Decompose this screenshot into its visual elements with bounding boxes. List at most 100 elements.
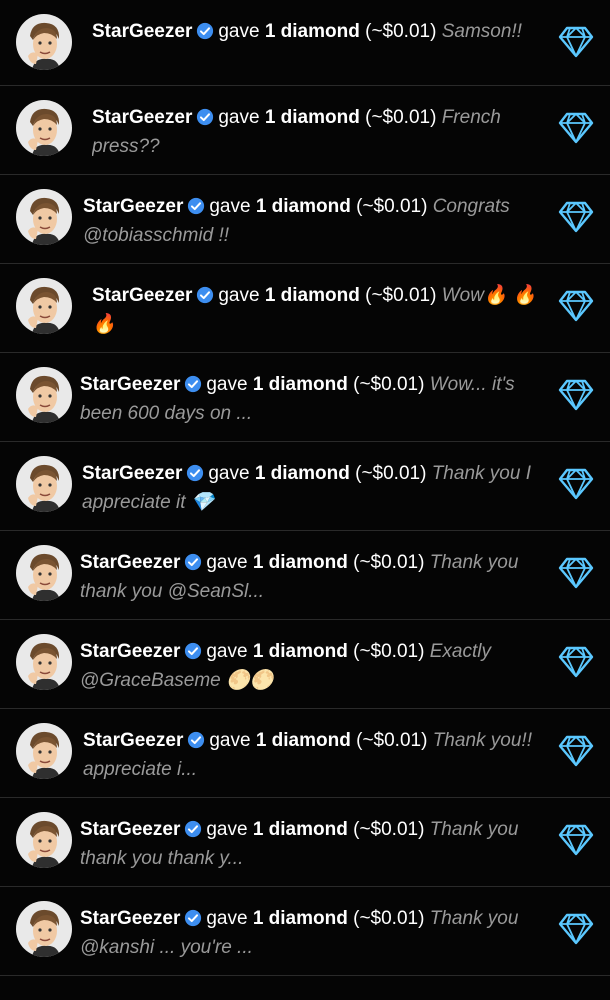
avatar[interactable] [16,100,72,156]
gift-text: StarGeezer gave 1 diamond (~$0.01) Thank … [80,815,548,873]
username[interactable]: StarGeezer [92,107,192,128]
diamond-icon[interactable] [558,823,594,857]
gift-value: (~$0.01) [365,107,437,128]
username[interactable]: StarGeezer [92,285,192,306]
avatar[interactable] [16,189,72,245]
gift-action: gave [206,374,248,395]
gift-action: gave [218,21,260,42]
gift-value: (~$0.01) [353,908,425,929]
diamond-icon[interactable] [558,556,594,590]
list-item[interactable]: StarGeezer gave 1 diamond (~$0.01) Wow...… [0,353,610,442]
username[interactable]: StarGeezer [80,641,180,662]
diamond-icon[interactable] [558,912,594,946]
gift-text: StarGeezer gave 1 diamond (~$0.01) Thank … [83,726,548,784]
avatar[interactable] [16,367,72,423]
gift-amount: 1 diamond [264,21,360,42]
gift-amount: 1 diamond [254,463,350,484]
avatar-image [16,14,72,70]
gift-text: StarGeezer gave 1 diamond (~$0.01) Wow...… [80,370,548,428]
verified-badge-icon [188,731,205,749]
gift-amount: 1 diamond [264,285,360,306]
list-item[interactable]: StarGeezer gave 1 diamond (~$0.01) Thank … [0,709,610,798]
gift-value: (~$0.01) [356,196,428,217]
username[interactable]: StarGeezer [82,463,182,484]
list-item[interactable]: StarGeezer gave 1 diamond (~$0.01) Wow🔥 🔥… [0,264,610,353]
gift-amount: 1 diamond [252,374,348,395]
username[interactable]: StarGeezer [80,552,180,573]
username[interactable]: StarGeezer [80,908,180,929]
avatar[interactable] [16,812,72,868]
avatar[interactable] [16,723,72,779]
gift-action: gave [209,196,251,217]
avatar[interactable] [16,545,72,601]
gift-value: (~$0.01) [353,374,425,395]
list-item[interactable]: StarGeezer gave 1 diamond (~$0.01) Samson… [0,0,610,86]
list-item[interactable]: StarGeezer gave 1 diamond (~$0.01) French… [0,86,610,175]
verified-badge-icon [185,642,202,660]
list-item[interactable]: StarGeezer gave 1 diamond (~$0.01) Thank … [0,887,610,976]
verified-badge-icon [185,820,202,838]
diamond-icon[interactable] [558,111,594,145]
verified-badge-icon [185,375,202,393]
avatar-image [16,634,72,690]
username[interactable]: StarGeezer [92,21,192,42]
username[interactable]: StarGeezer [83,730,183,751]
avatar[interactable] [16,456,72,512]
gift-action: gave [206,552,248,573]
username[interactable]: StarGeezer [80,819,180,840]
gift-amount: 1 diamond [252,641,348,662]
diamond-icon[interactable] [558,25,594,59]
verified-badge-icon [187,464,204,482]
avatar-image [16,367,72,423]
gift-action: gave [206,641,248,662]
gift-action: gave [209,730,251,751]
list-item[interactable]: StarGeezer gave 1 diamond (~$0.01) Thank … [0,531,610,620]
diamond-icon[interactable] [558,378,594,412]
avatar-image [16,100,72,156]
diamond-icon[interactable] [558,467,594,501]
gift-text: StarGeezer gave 1 diamond (~$0.01) Thank … [80,548,548,606]
gift-action: gave [206,819,248,840]
avatar[interactable] [16,901,72,957]
gift-amount: 1 diamond [255,196,351,217]
gift-message: Samson!! [441,21,522,42]
avatar[interactable] [16,634,72,690]
verified-badge-icon [185,909,202,927]
gift-text: StarGeezer gave 1 diamond (~$0.01) Samson… [92,17,548,46]
gift-value: (~$0.01) [353,819,425,840]
gift-value: (~$0.01) [365,21,437,42]
gift-value: (~$0.01) [365,285,437,306]
gift-action: gave [218,107,260,128]
list-item[interactable]: StarGeezer gave 1 diamond (~$0.01) Thank … [0,798,610,887]
avatar-image [16,901,72,957]
gift-text: StarGeezer gave 1 diamond (~$0.01) Thank … [82,459,548,517]
diamond-icon[interactable] [558,289,594,323]
gift-value: (~$0.01) [353,641,425,662]
avatar-image [16,723,72,779]
username[interactable]: StarGeezer [80,374,180,395]
gift-amount: 1 diamond [252,552,348,573]
gift-amount: 1 diamond [255,730,351,751]
list-item[interactable]: StarGeezer gave 1 diamond (~$0.01) Congra… [0,175,610,264]
avatar-image [16,278,72,334]
avatar[interactable] [16,278,72,334]
gift-action: gave [206,908,248,929]
gift-action: gave [208,463,250,484]
verified-badge-icon [197,286,214,304]
diamond-icon[interactable] [558,645,594,679]
gift-amount: 1 diamond [252,819,348,840]
gift-text: StarGeezer gave 1 diamond (~$0.01) French… [92,103,548,161]
verified-badge-icon [188,197,205,215]
verified-badge-icon [197,108,214,126]
list-item[interactable]: StarGeezer gave 1 diamond (~$0.01) Exactl… [0,620,610,709]
gift-text: StarGeezer gave 1 diamond (~$0.01) Thank … [80,904,548,962]
avatar-image [16,456,72,512]
avatar-image [16,189,72,245]
diamond-icon[interactable] [558,734,594,768]
list-item[interactable]: StarGeezer gave 1 diamond (~$0.01) Thank … [0,442,610,531]
diamond-icon[interactable] [558,200,594,234]
username[interactable]: StarGeezer [83,196,183,217]
gift-text: StarGeezer gave 1 diamond (~$0.01) Congra… [83,192,548,250]
gift-value: (~$0.01) [355,463,427,484]
avatar[interactable] [16,14,72,70]
